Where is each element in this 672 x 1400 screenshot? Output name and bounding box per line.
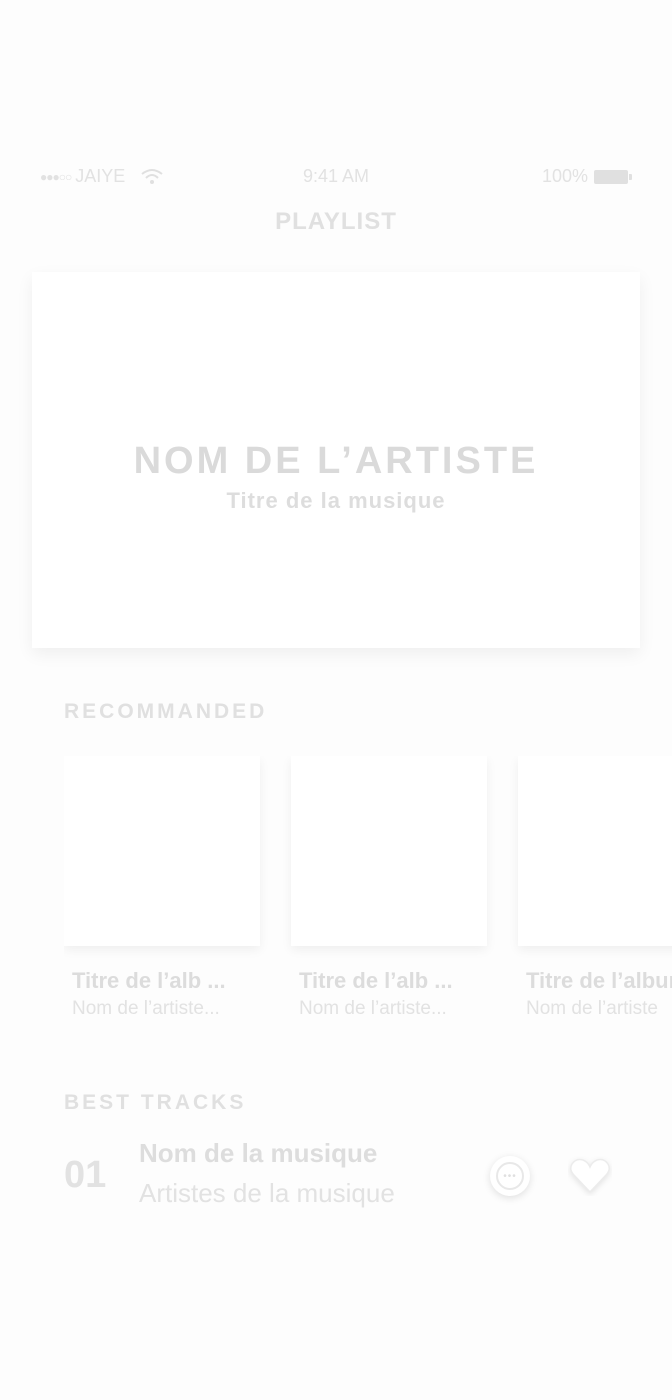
- more-options-icon[interactable]: •••: [490, 1156, 530, 1196]
- album-title: Titre de l’alb ...: [72, 968, 226, 993]
- recommended-section-title: RECOMMANDED: [64, 700, 268, 723]
- track-name: Nom de la musique: [139, 1138, 378, 1168]
- album-cover[interactable]: [291, 756, 487, 946]
- album-card[interactable]: Titre de l’alb ... Nom de l’artiste...: [64, 756, 260, 1020]
- status-right: 100%: [542, 166, 632, 187]
- track-number: 01: [64, 1154, 107, 1196]
- status-bar: ●●●○○ JAIYE 9:41 AM 100%: [40, 166, 632, 188]
- album-artist: Nom de l’artiste...: [72, 998, 220, 1019]
- track-artists: Artistes de la musique: [139, 1178, 395, 1208]
- album-card[interactable]: Titre de l’alb ... Nom de l’artiste...: [291, 756, 487, 1020]
- album-artist: Nom de l’artiste: [526, 998, 658, 1019]
- track-row[interactable]: 01 Nom de la musique Artistes de la musi…: [64, 1136, 624, 1216]
- page-title: PLAYLIST: [275, 208, 397, 235]
- album-cover[interactable]: [518, 756, 672, 946]
- best-tracks-section-title: BEST TRACKS: [64, 1091, 247, 1114]
- hero-artist-name: NOM DE L’ARTISTE: [133, 440, 539, 482]
- recommended-carousel[interactable]: Titre de l’alb ... Nom de l’artiste... T…: [64, 756, 672, 1028]
- album-title: Titre de l’alb ...: [299, 968, 453, 993]
- album-artist: Nom de l’artiste...: [299, 998, 447, 1019]
- battery-percent: 100%: [541, 166, 588, 186]
- album-title: Titre de l’album: [526, 968, 672, 993]
- heart-icon[interactable]: [568, 1156, 612, 1196]
- battery-icon: [594, 169, 632, 184]
- album-card[interactable]: Titre de l’album Nom de l’artiste: [518, 756, 672, 1020]
- album-cover[interactable]: [64, 756, 260, 946]
- hero-track-title: Titre de la musique: [226, 488, 446, 513]
